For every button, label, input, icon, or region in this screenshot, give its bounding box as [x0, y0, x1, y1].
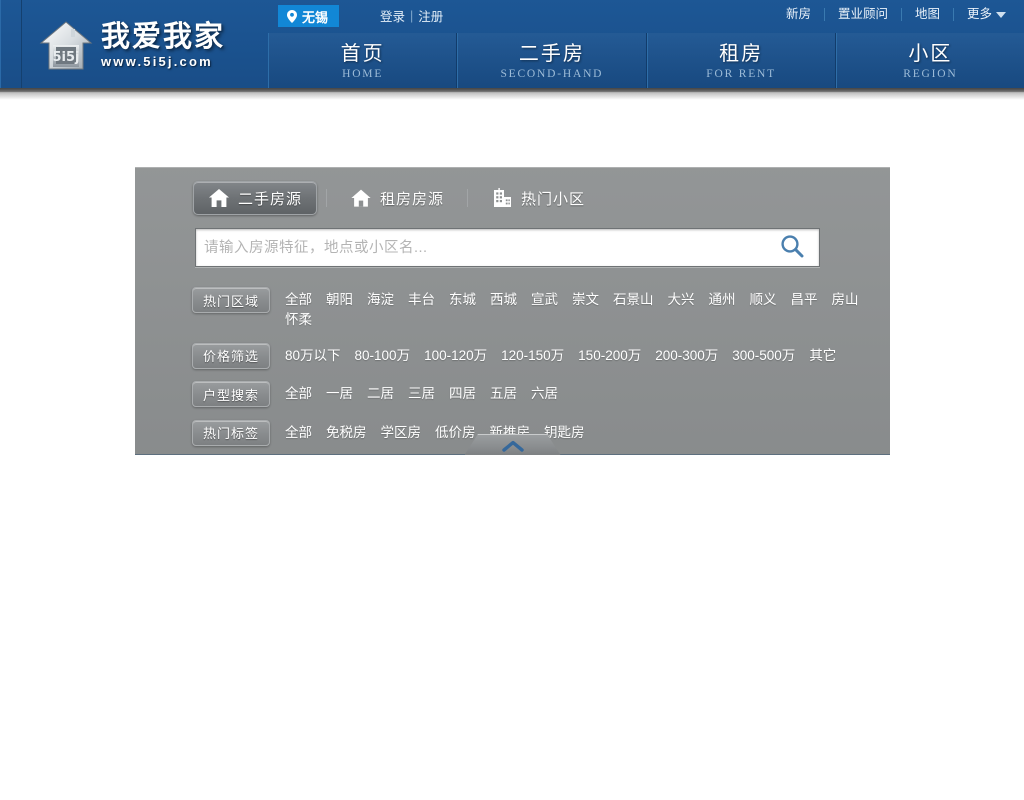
nav-item-second-hand-label: 二手房 — [518, 43, 585, 65]
filter-option[interactable]: 大兴 — [661, 290, 702, 310]
filter-option[interactable]: 300-500万 — [725, 346, 802, 366]
nav-item-home-sublabel: HOME — [342, 68, 384, 80]
filter-option[interactable]: 150-200万 — [571, 346, 648, 366]
nav-item-region[interactable]: 小区 REGION — [835, 33, 1024, 88]
filter-option[interactable]: 学区房 — [374, 423, 429, 443]
tab-second-hand-listings[interactable]: 二手房源 — [193, 181, 318, 215]
filter-option[interactable]: 五居 — [483, 384, 524, 404]
nav-item-for-rent[interactable]: 租房 FOR RENT — [646, 33, 836, 88]
filter-option[interactable]: 80-100万 — [348, 346, 418, 366]
logo-url: www.5i5j.com — [101, 54, 213, 69]
filter-option[interactable]: 崇文 — [565, 290, 606, 310]
filter-option[interactable]: 石景山 — [606, 290, 661, 310]
filter-option[interactable]: 一居 — [319, 384, 360, 404]
filter-options-hot-area: 全部 朝阳 海淀 丰台 东城 西城 宣武 崇文 石景山 大兴 通州 顺义 昌平 … — [278, 287, 872, 330]
nav-item-for-rent-sublabel: FOR RENT — [706, 68, 776, 80]
search-button[interactable] — [765, 229, 819, 266]
top-link-new-houses[interactable]: 新房 — [773, 6, 824, 22]
nav-item-region-sublabel: REGION — [903, 68, 958, 80]
filter-option[interactable]: 80万以下 — [278, 346, 348, 366]
top-utility-links: 新房 置业顾问 地图 更多 — [773, 6, 1010, 22]
filter-option[interactable]: 房山 — [825, 290, 866, 310]
filter-options-price: 80万以下 80-100万 100-120万 120-150万 150-200万… — [278, 343, 843, 366]
tab-hot-communities[interactable]: 热门小区 — [477, 181, 599, 215]
tab-second-hand-listings-label: 二手房源 — [238, 190, 303, 208]
divider — [326, 189, 328, 207]
filter-option[interactable]: 二居 — [360, 384, 401, 404]
panel-tabs: 二手房源 租房房源 热门小区 — [193, 181, 599, 215]
top-link-more-label: 更多 — [966, 7, 992, 21]
svg-text:5i5j: 5i5j — [52, 50, 79, 65]
filter-option[interactable]: 宣武 — [524, 290, 565, 310]
home-icon — [208, 187, 230, 209]
filter-option[interactable]: 丰台 — [401, 290, 442, 310]
filter-option[interactable]: 顺义 — [743, 290, 784, 310]
filter-option[interactable]: 100-120万 — [417, 346, 494, 366]
caret-down-icon — [996, 11, 1006, 18]
auth-links: 登录 | 注册 — [380, 6, 443, 25]
filter-option[interactable]: 四居 — [442, 384, 483, 404]
filter-option[interactable]: 昌平 — [784, 290, 825, 310]
city-selector[interactable]: 无锡 — [278, 5, 340, 27]
nav-item-home[interactable]: 首页 HOME — [268, 33, 458, 88]
main-nav: 首页 HOME 二手房 SECOND-HAND 租房 FOR RENT 小区 R… — [268, 33, 1024, 88]
filter-option[interactable]: 东城 — [442, 290, 483, 310]
filter-option[interactable]: 120-150万 — [494, 346, 571, 366]
filter-option[interactable]: 朝阳 — [319, 290, 360, 310]
filter-option[interactable]: 全部 — [278, 384, 319, 404]
tab-rental-listings[interactable]: 租房房源 — [336, 181, 458, 215]
auth-separator: | — [410, 8, 414, 23]
filter-row-price: 价格筛选 80万以下 80-100万 100-120万 120-150万 150… — [192, 342, 872, 369]
search-icon — [779, 233, 805, 262]
home-icon — [350, 187, 372, 209]
filter-label-hot-tags[interactable]: 热门标签 — [192, 419, 270, 446]
filter-option[interactable]: 海淀 — [360, 290, 401, 310]
filter-option[interactable]: 六居 — [524, 384, 565, 404]
search-panel: 二手房源 租房房源 热门小区 请输入房源特征，地点或小区名... 热门区域 全部… — [135, 167, 890, 455]
nav-item-second-hand[interactable]: 二手房 SECOND-HAND — [457, 33, 647, 88]
chevron-up-icon — [501, 439, 524, 457]
filter-option[interactable]: 200-300万 — [648, 346, 725, 366]
filter-label-price[interactable]: 价格筛选 — [192, 342, 270, 369]
nav-item-second-hand-sublabel: SECOND-HAND — [500, 68, 604, 80]
filter-option[interactable]: 全部 — [278, 290, 319, 310]
filter-option[interactable]: 三居 — [401, 384, 442, 404]
register-link[interactable]: 注册 — [418, 6, 443, 25]
nav-item-home-label: 首页 — [340, 43, 385, 65]
building-icon — [491, 187, 513, 209]
top-link-advisor[interactable]: 置业顾问 — [825, 6, 901, 22]
search-input[interactable] — [204, 230, 765, 265]
filter-row-layout: 户型搜索 全部 一居 二居 三居 四居 五居 六居 — [192, 381, 872, 407]
filter-option[interactable]: 免税房 — [319, 423, 374, 443]
top-link-more[interactable]: 更多 — [954, 6, 1010, 22]
city-label: 无锡 — [302, 9, 329, 25]
divider — [467, 189, 469, 207]
collapse-panel-button[interactable] — [464, 434, 561, 457]
filter-row-hot-area: 热门区域 全部 朝阳 海淀 丰台 东城 西城 宣武 崇文 石景山 大兴 通州 顺… — [192, 287, 872, 330]
tab-hot-communities-label: 热门小区 — [521, 190, 586, 208]
tab-rental-listings-label: 租房房源 — [380, 190, 445, 208]
filter-option[interactable]: 西城 — [483, 290, 524, 310]
logo-title: 我爱我家 — [101, 21, 226, 53]
filter-groups: 热门区域 全部 朝阳 海淀 丰台 东城 西城 宣武 崇文 石景山 大兴 通州 顺… — [192, 287, 872, 458]
search-bar — [195, 228, 820, 267]
filter-option[interactable]: 全部 — [278, 423, 319, 443]
site-header: 5i5j 我爱我家 www.5i5j.com 无锡 登录 | 注册 新房 置业顾… — [0, 0, 1024, 92]
nav-item-region-label: 小区 — [908, 43, 953, 65]
filter-options-layout: 全部 一居 二居 三居 四居 五居 六居 — [278, 381, 565, 404]
filter-label-hot-area[interactable]: 热门区域 — [192, 287, 270, 313]
filter-option[interactable]: 通州 — [702, 290, 743, 310]
filter-option[interactable]: 怀柔 — [278, 310, 319, 330]
top-link-map[interactable]: 地图 — [902, 6, 953, 22]
login-link[interactable]: 登录 — [380, 6, 405, 25]
filter-option[interactable]: 其它 — [802, 346, 843, 366]
location-pin-icon — [287, 9, 297, 23]
filter-label-layout[interactable]: 户型搜索 — [192, 381, 270, 407]
logo-block[interactable]: 5i5j 我爱我家 www.5i5j.com — [0, 0, 268, 88]
house-logo-icon: 5i5j — [39, 19, 93, 73]
nav-item-for-rent-label: 租房 — [719, 43, 764, 65]
